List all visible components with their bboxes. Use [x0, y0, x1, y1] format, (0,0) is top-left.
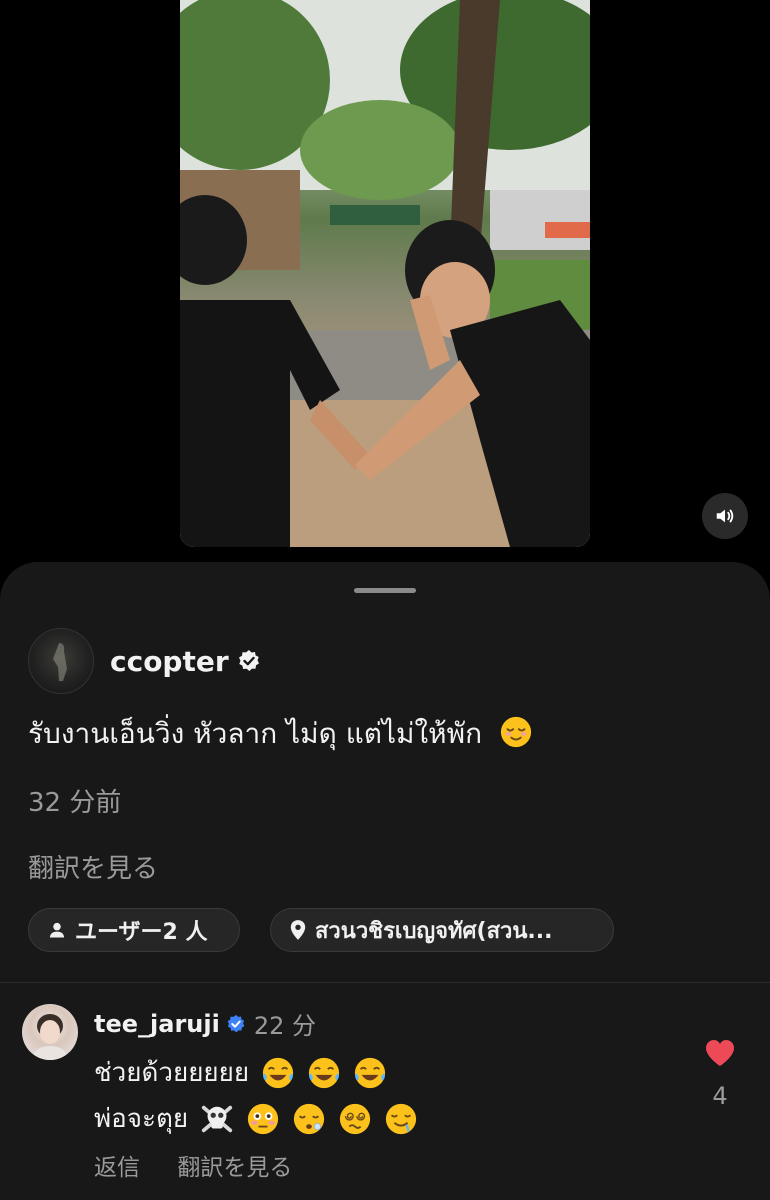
drooling-face-emoji-icon [385, 1103, 417, 1134]
relieved-face-emoji-icon [500, 716, 532, 748]
location-label: สวนวชิรเบญจทัศ(สวน... [315, 918, 553, 944]
person-icon [49, 922, 65, 938]
post-translate-link[interactable]: 翻訳を見る [28, 848, 158, 885]
verified-badge-icon [238, 650, 259, 671]
reply-button[interactable]: 返信 [94, 1155, 140, 1181]
dizzy-face-emoji-icon [339, 1103, 371, 1134]
flushed-face-emoji-icon [247, 1103, 279, 1134]
video-preview[interactable] [180, 0, 590, 547]
commenter-avatar[interactable] [22, 1004, 78, 1060]
tears-of-joy-emoji-icon [309, 1057, 340, 1088]
sound-toggle-button[interactable] [702, 493, 748, 539]
section-divider [0, 982, 770, 983]
caption-text: รับงานเอ็นวิ่ง หัวลาก ไม่ดุ แต่ไม่ให้พัก [28, 717, 483, 750]
skull-crossbones-emoji-icon [201, 1105, 233, 1132]
comment-text-line-2: พ่อจะตุย [94, 1104, 189, 1134]
comment-line-1: ช่วยด้วยยยยย [94, 1052, 387, 1093]
verified-badge-icon [227, 1014, 245, 1032]
tagged-users-chip[interactable]: ユーザー2 人 [28, 908, 240, 952]
post-timestamp: 32 分前 [28, 788, 122, 818]
post-caption: รับงานเอ็นวิ่ง หัวลาก ไม่ดุ แต่ไม่ให้พัก [28, 712, 533, 756]
tears-of-joy-emoji-icon [263, 1057, 294, 1088]
tears-of-joy-emoji-icon [355, 1057, 386, 1088]
sleepy-face-emoji-icon [293, 1103, 325, 1134]
comment-line-2: พ่อจะตุย [94, 1098, 418, 1139]
comment-actions: 返信 翻訳を見る [94, 1148, 322, 1182]
sheet-drag-handle[interactable] [354, 588, 416, 593]
location-chip[interactable]: สวนวชิรเบญจทัศ(สวน... [270, 908, 614, 952]
comment-translate-link[interactable]: 翻訳を見る [177, 1155, 292, 1181]
commenter-username[interactable]: tee_jaruji [94, 1010, 220, 1038]
heart-icon[interactable] [704, 1038, 736, 1068]
video-frame-illustration [180, 0, 590, 547]
author-username[interactable]: ccopter [110, 645, 229, 678]
speaker-icon [716, 509, 734, 523]
comment-header: tee_jaruji 22 分 [94, 1006, 316, 1041]
location-pin-icon [290, 920, 306, 940]
like-count: 4 [712, 1082, 728, 1110]
comment-text-line-1: ช่วยด้วยยยยย [94, 1058, 250, 1088]
author-avatar[interactable] [28, 628, 94, 694]
tagged-users-label: ユーザー2 人 [75, 920, 208, 945]
post-author-row: ccopter [28, 628, 261, 694]
comment-timestamp: 22 分 [253, 1012, 316, 1040]
